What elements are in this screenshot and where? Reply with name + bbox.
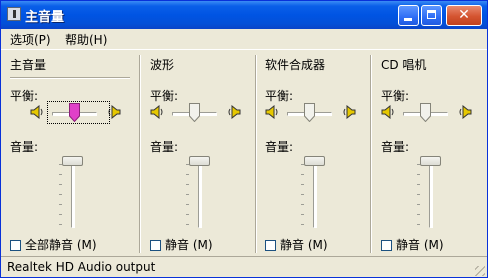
panel-wave: 波形平衡: 音量: 静音 (M): [150, 50, 250, 254]
volume-tick: [186, 194, 189, 195]
menu-help[interactable]: 帮助(H): [65, 31, 107, 48]
panel-separator: [255, 55, 257, 253]
volume-slider-thumb[interactable]: [189, 156, 210, 166]
mute-checkbox[interactable]: [150, 240, 161, 251]
volume-app-icon[interactable]: [7, 7, 21, 21]
close-icon: ✕: [458, 7, 470, 23]
volume-slider-track[interactable]: [198, 162, 202, 228]
volume-tick: [417, 184, 420, 185]
right-speaker-icon: [458, 104, 472, 120]
mute-label: 静音 (M): [280, 238, 328, 252]
volume-tick: [301, 184, 304, 185]
volume-label: 音量:: [265, 140, 294, 154]
status-bar: Realtek HD Audio output: [1, 256, 487, 277]
volume-tick: [417, 204, 420, 205]
balance-slider-thumb[interactable]: [189, 103, 200, 123]
close-button[interactable]: ✕: [446, 5, 482, 26]
title-divider: [10, 77, 130, 79]
maximize-icon: [427, 10, 436, 19]
menu-bar: 选项(P) 帮助(H): [1, 29, 487, 50]
volume-label: 音量:: [381, 140, 410, 154]
maximize-button[interactable]: [421, 5, 442, 26]
volume-slider-thumb[interactable]: [420, 156, 441, 166]
volume-slider-track[interactable]: [429, 162, 433, 228]
volume-slider-thumb[interactable]: [304, 156, 325, 166]
volume-slider-track[interactable]: [71, 162, 75, 228]
resize-grip[interactable]: [475, 266, 485, 276]
volume-tick: [186, 184, 189, 185]
status-text: Realtek HD Audio output: [7, 260, 156, 274]
volume-tick: [59, 224, 62, 225]
minimize-icon: [404, 18, 412, 21]
left-speaker-icon: [150, 104, 164, 120]
panel-title: 软件合成器: [265, 58, 326, 72]
volume-tick: [301, 194, 304, 195]
balance-label: 平衡:: [381, 89, 410, 103]
mute-checkbox[interactable]: [10, 240, 21, 251]
volume-tick: [186, 204, 189, 205]
panel-title: 波形: [150, 58, 175, 72]
balance-slider-thumb[interactable]: [420, 103, 431, 123]
balance-label: 平衡:: [10, 89, 39, 103]
volume-tick: [301, 204, 304, 205]
mute-checkbox-row[interactable]: 全部静音 (M): [10, 236, 97, 253]
panel-software-synth: 软件合成器平衡: 音量: 静音 (M): [265, 50, 365, 254]
volume-label: 音量:: [150, 140, 179, 154]
volume-tick: [186, 214, 189, 215]
left-speaker-icon: [30, 104, 44, 120]
mute-checkbox[interactable]: [381, 240, 392, 251]
mute-label: 静音 (M): [396, 238, 444, 252]
mute-checkbox-row[interactable]: 静音 (M): [381, 236, 444, 253]
focus-rectangle: [47, 101, 110, 124]
balance-slider-thumb[interactable]: [304, 103, 315, 123]
volume-tick: [417, 194, 420, 195]
panel-cd-player: CD 唱机平衡: 音量: 静音 (M): [381, 50, 481, 254]
title-bar[interactable]: 主音量 ✕: [1, 1, 487, 29]
mute-label: 静音 (M): [165, 238, 213, 252]
volume-tick: [417, 224, 420, 225]
left-speaker-icon: [265, 104, 279, 120]
mixer-content: 主音量平衡: 音量: 全部静音 (M) 波形平衡: 音量: 静音 (M) 软件合成器平衡…: [1, 50, 487, 254]
window-title: 主音量: [25, 10, 65, 25]
panel-master-volume: 主音量平衡: 音量: 全部静音 (M): [10, 50, 132, 254]
left-speaker-icon: [381, 104, 395, 120]
balance-label: 平衡:: [265, 89, 294, 103]
panel-separator: [139, 55, 141, 253]
volume-tick: [186, 224, 189, 225]
volume-tick: [59, 194, 62, 195]
volume-tick: [301, 174, 304, 175]
panel-separator: [370, 55, 372, 253]
mute-checkbox[interactable]: [265, 240, 276, 251]
volume-label: 音量:: [10, 140, 39, 154]
minimize-button[interactable]: [398, 5, 419, 26]
volume-control-window: 主音量 ✕ 选项(P) 帮助(H) 主音量平衡: 音量: 全部静音 (M) 波形平衡…: [0, 0, 488, 278]
mute-label: 全部静音 (M): [25, 238, 97, 252]
volume-tick: [417, 214, 420, 215]
menu-options[interactable]: 选项(P): [10, 31, 51, 48]
right-speaker-icon: [227, 104, 241, 120]
volume-tick: [301, 224, 304, 225]
volume-slider-thumb[interactable]: [62, 156, 83, 166]
mute-checkbox-row[interactable]: 静音 (M): [150, 236, 213, 253]
right-speaker-icon: [342, 104, 356, 120]
panel-title: CD 唱机: [381, 58, 427, 72]
volume-slider-track[interactable]: [313, 162, 317, 228]
volume-tick: [417, 174, 420, 175]
volume-tick: [59, 184, 62, 185]
balance-label: 平衡:: [150, 89, 179, 103]
volume-tick: [59, 204, 62, 205]
volume-tick: [186, 174, 189, 175]
panel-title: 主音量: [10, 58, 47, 72]
volume-tick: [59, 214, 62, 215]
volume-tick: [59, 174, 62, 175]
mute-checkbox-row[interactable]: 静音 (M): [265, 236, 328, 253]
volume-tick: [301, 214, 304, 215]
